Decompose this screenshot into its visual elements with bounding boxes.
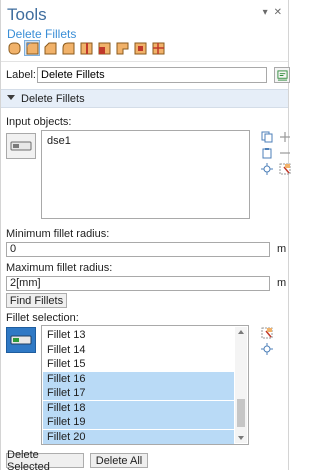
max-radius-label: Maximum fillet radius:	[6, 262, 113, 274]
fillet-square-icon[interactable]	[24, 40, 40, 56]
corner-flag-icon[interactable]	[114, 40, 130, 56]
fillet-selection-actions	[261, 326, 273, 356]
section-header-delete-fillets[interactable]: Delete Fillets	[1, 89, 288, 108]
copy-icon[interactable]	[261, 131, 273, 143]
scroll-up-icon[interactable]	[238, 330, 244, 334]
min-radius-field[interactable]: 0	[6, 242, 270, 257]
chamfer-square-icon[interactable]	[42, 40, 58, 56]
label-options-icon[interactable]	[274, 67, 290, 83]
input-objects-actions	[261, 130, 291, 176]
scroll-thumb[interactable]	[237, 399, 245, 427]
remove-icon[interactable]	[279, 147, 291, 159]
box-icon[interactable]	[132, 40, 148, 56]
zoom-to-selection-icon[interactable]	[261, 343, 273, 355]
fillet-list-item[interactable]: Fillet 16	[43, 372, 234, 386]
min-radius-unit: m	[277, 243, 287, 255]
list-item[interactable]: dse1	[47, 135, 71, 147]
fillet-list-item[interactable]: Fillet 19	[43, 415, 234, 429]
collapse-triangle-icon[interactable]	[7, 95, 15, 100]
max-radius-unit: m	[277, 277, 287, 289]
quarter-circle-icon[interactable]	[60, 40, 76, 56]
feature-name: Delete Fillets	[7, 27, 77, 41]
label-field[interactable]	[37, 67, 267, 83]
fillet-selection-label: Fillet selection:	[6, 312, 79, 324]
pin-icon[interactable]: ▾	[263, 8, 268, 18]
divider	[1, 61, 288, 62]
add-icon[interactable]	[279, 131, 291, 143]
input-objects-label: Input objects:	[6, 116, 72, 128]
input-selection-toggle-button[interactable]	[6, 133, 36, 159]
max-radius-field[interactable]: 2[mm]	[6, 276, 270, 291]
section-title: Delete Fillets	[21, 93, 85, 105]
delete-selected-button[interactable]: Delete Selected	[6, 449, 84, 470]
find-fillets-button[interactable]: Find Fillets	[6, 293, 67, 308]
delete-all-button[interactable]: Delete All	[90, 453, 148, 468]
clear-selection-icon[interactable]	[261, 327, 273, 339]
scroll-down-icon[interactable]	[238, 436, 244, 440]
split-square-icon[interactable]	[78, 40, 94, 56]
label-row: Label:	[6, 67, 290, 83]
fillet-list-item[interactable]: Fillet 17	[43, 386, 234, 400]
fillet-list-item[interactable]: Fillet 20	[43, 430, 234, 444]
rounded-square-icon[interactable]	[6, 40, 22, 56]
fillet-selection-toggle-button[interactable]	[6, 327, 36, 353]
title-controls: ▾ ✕	[263, 8, 282, 18]
tools-panel: Tools ▾ ✕ Delete Fillets Label: Delete F…	[0, 0, 291, 470]
split-square-alt-icon[interactable]	[96, 40, 112, 56]
fillet-list-scrollbar[interactable]	[235, 327, 247, 443]
min-radius-label: Minimum fillet radius:	[6, 228, 110, 240]
grid-box-icon[interactable]	[150, 40, 166, 56]
panel-title: Tools	[7, 5, 47, 24]
fillet-list[interactable]: Fillet 13 Fillet 14 Fillet 15 Fillet 16 …	[41, 325, 249, 445]
fillet-list-item[interactable]: Fillet 18	[43, 401, 234, 415]
toolbar	[6, 40, 166, 57]
paste-icon[interactable]	[261, 147, 273, 159]
label-caption: Label:	[6, 69, 36, 81]
zoom-to-selection-icon[interactable]	[261, 163, 273, 175]
fillet-list-item[interactable]: Fillet 14	[43, 343, 234, 357]
fillet-list-item[interactable]: Fillet 15	[43, 357, 234, 371]
close-icon[interactable]: ✕	[274, 8, 282, 18]
fillet-list-item[interactable]: Fillet 13	[43, 328, 234, 342]
clear-selection-icon[interactable]	[279, 163, 291, 175]
input-objects-list[interactable]: dse1	[41, 130, 250, 219]
